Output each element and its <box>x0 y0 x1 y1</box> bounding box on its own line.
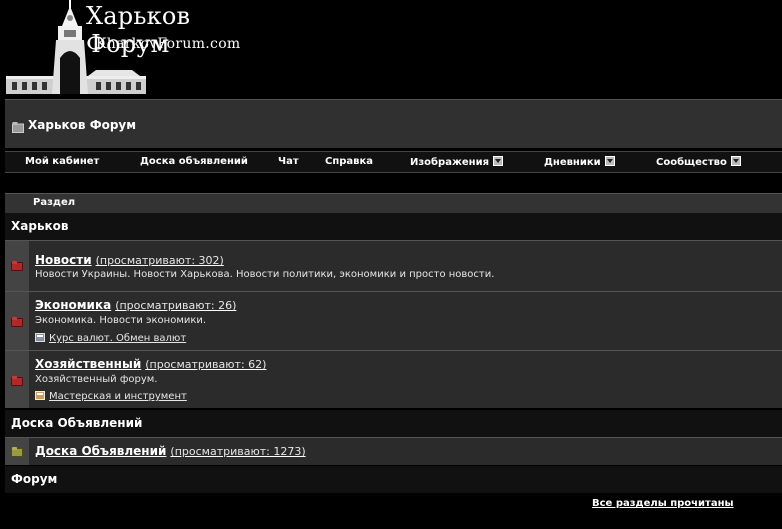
column-header-section: Раздел <box>33 197 76 208</box>
viewing-count: (просматривают: 302) <box>95 254 224 267</box>
folder-icon <box>11 447 23 457</box>
nav-help[interactable]: Справка <box>325 156 373 167</box>
category-title[interactable]: Доска Объявлений <box>11 416 142 430</box>
subforum-item[interactable]: Курс валют. Обмен валют <box>35 333 186 344</box>
site-logo[interactable]: Харьков Форум KharkovForum.com <box>0 0 260 98</box>
category-header: Форум <box>5 466 782 493</box>
forum-status <box>5 292 29 350</box>
forum-table-header: Раздел <box>5 193 782 213</box>
subforum-icon <box>35 333 45 342</box>
subforum-link[interactable]: Курс валют. Обмен валют <box>49 333 186 344</box>
nav-label: Доска объявлений <box>140 156 248 167</box>
nav-my-cabinet[interactable]: Мой кабинет <box>25 156 99 167</box>
nav-label: Мой кабинет <box>25 156 100 167</box>
nav-classifieds[interactable]: Доска объявлений <box>140 156 248 167</box>
nav-label: Справка <box>325 156 374 167</box>
nav-blogs[interactable]: Дневники <box>544 156 615 168</box>
logo-subtitle: KharkovForum.com <box>96 36 241 52</box>
forum-row: Новости (просматривают: 302) Новости Укра… <box>5 240 782 291</box>
category-header: Харьков <box>5 213 782 240</box>
nav-community[interactable]: Сообщество <box>656 156 741 168</box>
mark-all-read-link[interactable]: Все разделы прочитаны <box>592 498 734 509</box>
forum-description: Хозяйственный форум. <box>35 374 158 385</box>
forum-description: Экономика. Новости экономики. <box>35 315 207 326</box>
nav-label: Чат <box>278 156 299 167</box>
subforum-item[interactable]: Мастерская и инструмент <box>35 391 187 402</box>
folder-icon <box>11 376 23 386</box>
nav-label: Дневники <box>544 157 601 168</box>
nav-label: Изображения <box>410 157 490 168</box>
nav-chat[interactable]: Чат <box>278 156 299 167</box>
dropdown-arrow-icon[interactable] <box>604 156 615 166</box>
subforum-link[interactable]: Мастерская и инструмент <box>49 391 187 402</box>
folder-icon <box>11 317 23 327</box>
forum-status <box>5 351 29 408</box>
dropdown-arrow-icon[interactable] <box>493 156 504 166</box>
forum-title-row: Новости (просматривают: 302) <box>35 253 224 267</box>
category-header: Доска Объявлений <box>5 410 782 437</box>
folder-icon <box>11 261 23 271</box>
nav-images[interactable]: Изображения <box>410 156 504 168</box>
category-title[interactable]: Харьков <box>11 219 69 233</box>
viewing-count: (просматривают: 62) <box>145 358 267 371</box>
navbar: Мой кабинет Доска объявлений Чат Справка… <box>5 151 782 173</box>
forum-row: Экономика (просматривают: 26) Экономика. … <box>5 291 782 350</box>
forum-row: Хозяйственный (просматривают: 62) Хозяйст… <box>5 350 782 408</box>
forum-title-row: Хозяйственный (просматривают: 62) <box>35 357 266 371</box>
subforum-icon <box>35 391 45 400</box>
forum-description: Новости Украины. Новости Харькова. Новос… <box>35 269 495 280</box>
viewing-count: (просматривают: 26) <box>115 299 237 312</box>
forum-link[interactable]: Доска Объявлений <box>35 444 166 458</box>
dropdown-arrow-icon[interactable] <box>730 156 741 166</box>
breadcrumb: Харьков Форум <box>5 99 782 148</box>
forum-row: Доска Объявлений (просматривают: 1273) <box>5 437 782 465</box>
category-title[interactable]: Форум <box>11 472 57 486</box>
forum-link[interactable]: Экономика <box>35 298 111 312</box>
forum-status <box>5 241 29 291</box>
forum-status <box>5 438 29 465</box>
page-title[interactable]: Харьков Форум <box>28 118 136 132</box>
viewing-count: (просматривают: 1273) <box>170 445 306 458</box>
folder-icon <box>12 122 24 133</box>
nav-label: Сообщество <box>656 157 727 168</box>
forum-title-row: Экономика (просматривают: 26) <box>35 298 236 312</box>
forum-link[interactable]: Новости <box>35 253 92 267</box>
forum-title-row: Доска Объявлений (просматривают: 1273) <box>35 444 306 458</box>
forum-link[interactable]: Хозяйственный <box>35 357 141 371</box>
